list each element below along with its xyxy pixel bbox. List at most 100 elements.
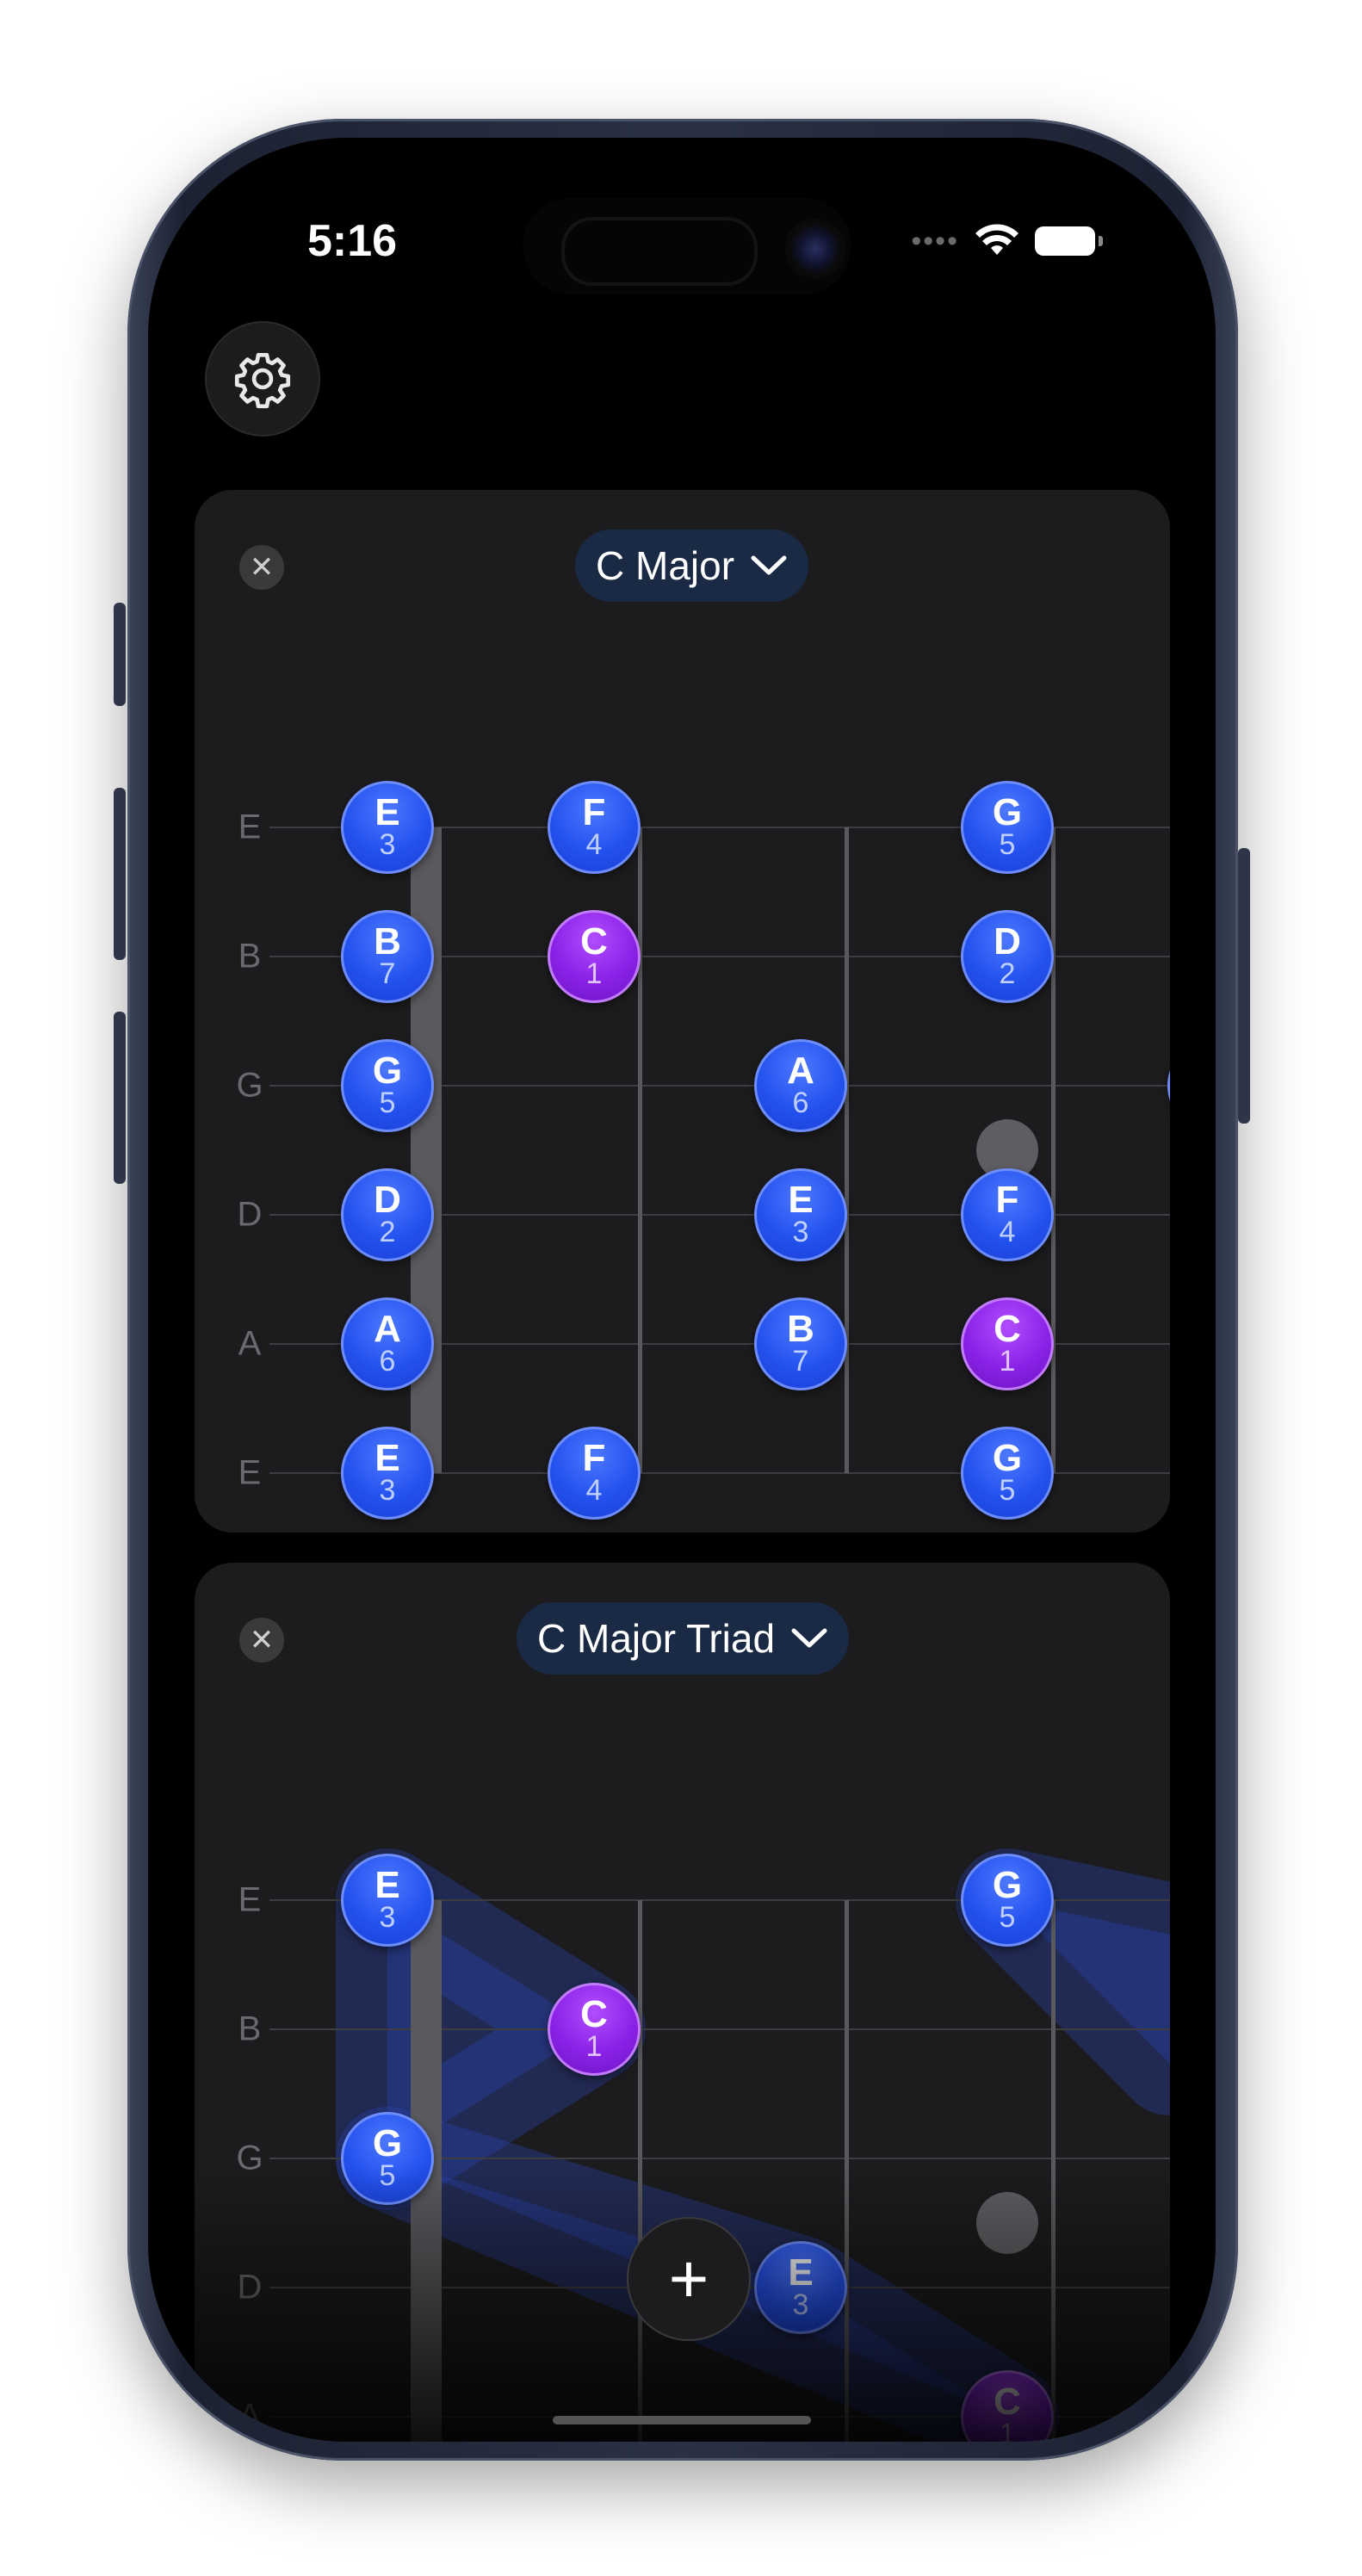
fret-wire (845, 827, 849, 1473)
fret-wire (1051, 1900, 1056, 2442)
note-marker[interactable]: A6 (341, 1297, 434, 1390)
volume-up-button (114, 788, 126, 960)
note-marker[interactable]: B7 (341, 910, 434, 1003)
note-name: E (375, 1437, 400, 1479)
note-marker[interactable]: G5 (961, 1854, 1054, 1947)
screen: 5:16 •••• ✕ C Major EBGDAEE3F4G5B7C1D2G5… (148, 138, 1216, 2442)
fret-wire (638, 1900, 642, 2442)
note-marker[interactable]: E3 (341, 781, 434, 874)
note-name: A (374, 1308, 401, 1350)
string-label: G (236, 1066, 263, 1105)
note-name: F (582, 1437, 606, 1479)
scale-degree: 3 (379, 828, 396, 861)
battery-icon (1035, 226, 1103, 256)
note-name: E (375, 791, 400, 833)
note-name: C (580, 920, 608, 963)
scale-degree: 4 (999, 1216, 1016, 1248)
wifi-icon (975, 224, 1018, 255)
home-indicator (553, 2416, 811, 2424)
root-note-marker[interactable]: C1 (548, 910, 641, 1003)
scale-degree: 4 (585, 828, 603, 861)
note-marker[interactable]: E3 (341, 1854, 434, 1947)
fret-wire (845, 1900, 849, 2442)
chevron-down-icon (750, 547, 788, 585)
note-name: B (787, 1308, 814, 1350)
note-marker[interactable]: D2 (961, 910, 1054, 1003)
scale-degree: 7 (379, 957, 396, 990)
add-fretboard-button[interactable]: + (627, 2217, 751, 2341)
scale-card: ✕ C Major EBGDAEE3F4G5B7C1D2G5A6B7D2E3F4… (195, 490, 1170, 1533)
scale-degree: 1 (999, 1345, 1016, 1378)
string-label: A (238, 2397, 262, 2436)
volume-down-button (114, 1012, 126, 1184)
note-marker[interactable]: F4 (548, 781, 641, 874)
close-icon: ✕ (249, 551, 275, 584)
note-marker[interactable]: B7 (754, 1297, 847, 1390)
note-name: G (372, 1050, 403, 1092)
plus-icon: + (668, 2240, 709, 2317)
fret-wire (1051, 827, 1056, 1473)
note-name: G (992, 791, 1023, 833)
note-marker[interactable]: E3 (754, 2241, 847, 2334)
note-name: D (374, 1179, 401, 1221)
string-label: D (237, 1195, 263, 1234)
root-note-marker[interactable]: C1 (961, 1297, 1054, 1390)
scale-degree: 6 (379, 1345, 396, 1378)
string-label: E (238, 1453, 262, 1492)
gear-icon (234, 352, 291, 409)
scale-degree: 3 (379, 1474, 396, 1507)
note-name: E (788, 2251, 814, 2294)
settings-button[interactable] (205, 321, 320, 437)
scale-picker-label: C Major (596, 543, 735, 588)
string-label: B (238, 2009, 262, 2048)
scale-degree: 5 (999, 1901, 1016, 1934)
note-name: C (994, 2381, 1021, 2423)
note-marker[interactable]: G5 (341, 1039, 434, 1132)
note-name: F (582, 791, 606, 833)
guitar-string (269, 2028, 1170, 2030)
note-marker[interactable]: B7 (1167, 1039, 1170, 1132)
note-name: C (580, 1993, 608, 2035)
note-name: B (374, 920, 401, 963)
note-name: E (375, 1864, 400, 1906)
scale-degree: 2 (379, 1216, 396, 1248)
note-marker[interactable]: G5 (341, 2112, 434, 2205)
note-marker[interactable]: A6 (754, 1039, 847, 1132)
scale-degree: 1 (585, 2030, 603, 2063)
scale-picker[interactable]: C Major (575, 529, 809, 602)
string-label: B (238, 937, 262, 975)
note-name: C (994, 1308, 1021, 1350)
scale-degree: 5 (379, 2159, 396, 2192)
power-button (1238, 848, 1250, 1124)
note-name: D (994, 920, 1021, 963)
island-sensor (561, 217, 758, 286)
action-button (114, 603, 126, 706)
note-marker[interactable]: F4 (548, 1427, 641, 1520)
note-name: E (788, 1179, 814, 1221)
close-card-button[interactable]: ✕ (239, 545, 284, 590)
note-marker[interactable]: D2 (341, 1168, 434, 1261)
status-time: 5:16 (307, 216, 398, 266)
root-note-marker[interactable]: C1 (548, 1983, 641, 2076)
note-name: F (995, 1179, 1019, 1221)
note-marker[interactable]: E3 (341, 1427, 434, 1520)
scale-degree: 7 (792, 1345, 809, 1378)
fret-inlay-dot (976, 2192, 1038, 2254)
note-marker[interactable]: E3 (754, 1168, 847, 1261)
camera-icon (785, 219, 845, 279)
scale-degree: 3 (792, 1216, 809, 1248)
note-name: A (787, 1050, 814, 1092)
string-label: E (238, 1880, 262, 1919)
fret-wire (638, 827, 642, 1473)
note-marker[interactable]: G5 (961, 781, 1054, 874)
scale-degree: 5 (999, 828, 1016, 861)
note-marker[interactable]: G5 (961, 1427, 1054, 1520)
scale-degree: 1 (585, 957, 603, 990)
string-label: G (236, 2139, 263, 2177)
note-marker[interactable]: F4 (961, 1168, 1054, 1261)
note-name: G (992, 1437, 1023, 1479)
scale-degree: 1 (999, 2418, 1016, 2442)
string-label: E (238, 808, 262, 846)
string-label: D (237, 2268, 263, 2307)
note-name: G (992, 1864, 1023, 1906)
